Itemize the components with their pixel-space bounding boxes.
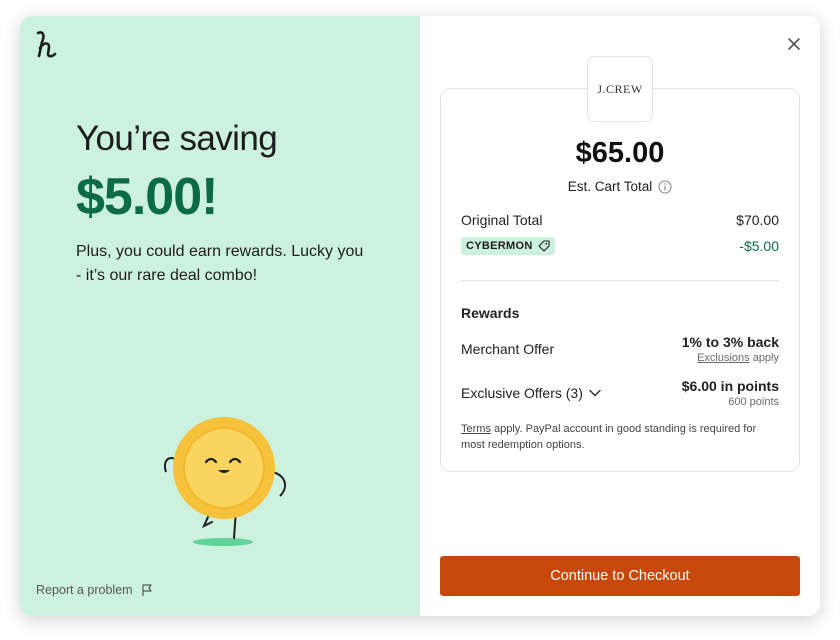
continue-to-checkout-button[interactable]: Continue to Checkout: [440, 556, 800, 596]
chevron-down-icon: [589, 389, 601, 397]
coupon-code: CYBERMON: [466, 240, 533, 252]
savings-headline: You’re saving: [76, 119, 278, 158]
rewards-heading: Rewards: [461, 305, 520, 321]
exclusions-suffix: apply: [749, 352, 779, 364]
merchant-logo: J.CREW: [587, 56, 653, 122]
cart-total: $65.00: [575, 137, 665, 169]
cart-summary-card: $65.00 Est. Cart Total Original Total $7…: [440, 88, 800, 472]
merchant-offer-value: 1% to 3% back: [681, 334, 779, 350]
savings-panel: You’re saving $5.00! Plus, you could ear…: [20, 16, 420, 616]
original-total-label: Original Total: [461, 212, 543, 228]
honey-logo-icon: [36, 31, 57, 58]
terms-body: apply. PayPal account in good standing i…: [461, 423, 757, 451]
tag-icon: [538, 240, 550, 252]
savings-subtext: Plus, you could earn rewards. Lucky you …: [76, 243, 364, 284]
terms-link[interactable]: Terms: [461, 423, 491, 435]
original-total-row: Original Total $70.00: [461, 212, 779, 228]
coupon-badge: CYBERMON: [461, 237, 555, 255]
flag-icon: [141, 583, 152, 596]
original-total-value: $70.00: [736, 212, 779, 228]
terms-text: Terms apply. PayPal account in good stan…: [461, 421, 779, 453]
info-icon[interactable]: [658, 179, 672, 194]
coupon-row: CYBERMON -$5.00: [461, 236, 779, 255]
cart-total-label-row: Est. Cart Total: [441, 179, 799, 194]
savings-modal: You’re saving $5.00! Plus, you could ear…: [20, 16, 820, 616]
exclusions-link[interactable]: Exclusions: [697, 352, 750, 364]
exclusive-offers-value: $6.00 in points: [681, 378, 779, 394]
discount-value: -$5.00: [739, 238, 779, 254]
merchant-offer-detail: 1% to 3% back Exclusions apply: [682, 334, 779, 364]
report-problem-link[interactable]: Report a problem: [36, 583, 153, 597]
exclusive-offers-label: Exclusive Offers (3): [461, 385, 583, 401]
merchant-offer-label: Merchant Offer: [461, 341, 555, 357]
savings-amount: $5.00!: [76, 168, 218, 226]
exclusive-offers-toggle[interactable]: Exclusive Offers (3): [461, 385, 601, 401]
divider: [461, 280, 779, 281]
report-problem-label: Report a problem: [36, 583, 133, 597]
cart-panel: $65.00 Est. Cart Total Original Total $7…: [420, 16, 820, 616]
exclusive-offers-detail: $6.00 in points 600 points: [682, 378, 779, 408]
cart-total-label: Est. Cart Total: [567, 179, 653, 194]
exclusive-offers-points: 600 points: [728, 396, 779, 408]
close-icon[interactable]: [784, 34, 804, 54]
coin-mascot-icon: [164, 417, 287, 546]
